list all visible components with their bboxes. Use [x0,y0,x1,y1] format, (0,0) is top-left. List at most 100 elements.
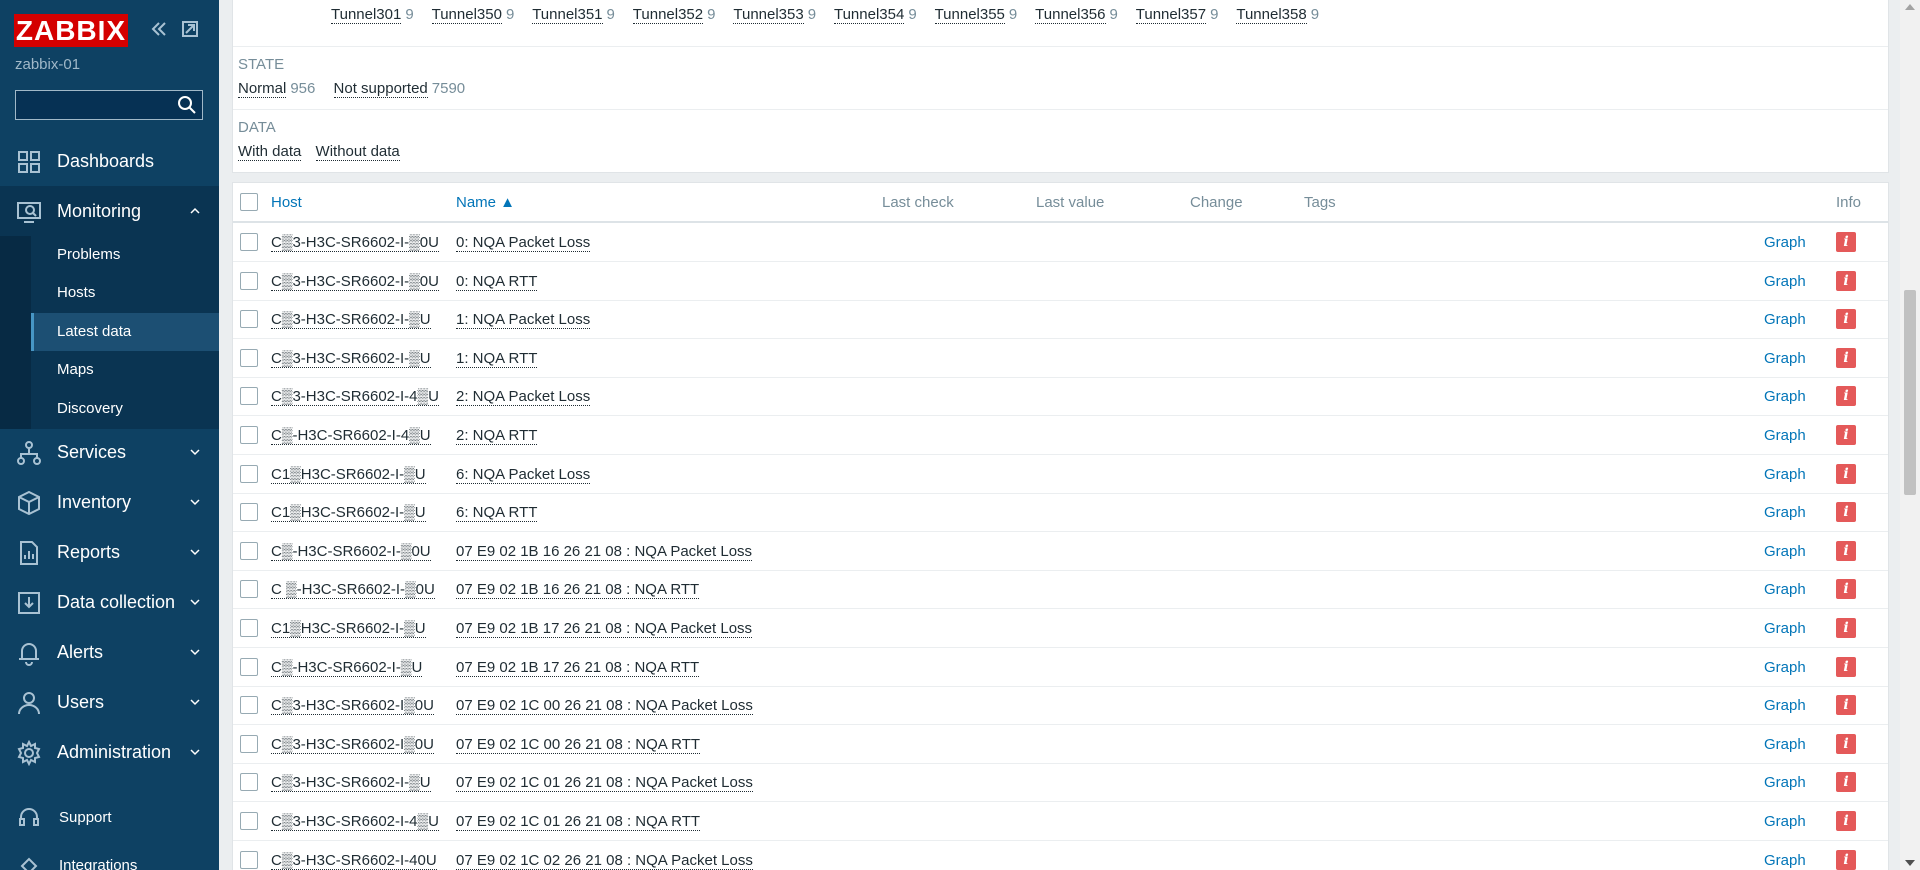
item-name-link[interactable]: 07 E9 02 1B 17 26 21 08 : NQA RTT [456,659,700,677]
row-checkbox[interactable] [240,657,258,676]
host-link[interactable]: C▒3-H3C-SR6602-I-▒0U [271,234,439,252]
item-name-link[interactable]: 07 E9 02 1C 01 26 21 08 : NQA RTT [456,813,701,831]
graph-link[interactable]: Graph [1764,581,1806,598]
row-checkbox[interactable] [240,850,258,869]
host-link[interactable]: C▒3-H3C-SR6602-I-▒U [271,311,431,330]
submenu-problems[interactable]: Problems [31,236,219,274]
info-icon[interactable]: i [1836,347,1856,368]
page-scrollbar[interactable] [1900,0,1920,870]
menu-administration[interactable]: Administration [0,727,219,777]
graph-link[interactable]: Graph [1764,697,1806,714]
select-all-checkbox[interactable] [240,193,258,211]
graph-link[interactable]: Graph [1764,774,1806,791]
menu-services[interactable]: Services [0,427,219,477]
host-link[interactable]: C▒3-H3C-SR6602-I-4▒U [271,813,439,831]
zabbix-logo[interactable]: ZABBIX [14,14,128,47]
item-name-link[interactable]: 1: NQA RTT [456,350,538,368]
host-link[interactable]: C▒-H3C-SR6602-I-4▒U [271,427,431,445]
info-icon[interactable]: i [1836,811,1856,831]
tag-link[interactable]: Tunnel354 [833,6,905,24]
host-link[interactable]: C▒3-H3C-SR6602-I-▒U [271,350,431,368]
info-icon[interactable]: i [1836,618,1856,638]
host-link[interactable]: C ▒-H3C-SR6602-I-▒0U [271,581,435,600]
graph-link[interactable]: Graph [1764,504,1806,521]
host-link[interactable]: C▒3-H3C-SR6602-I-▒0U [271,273,439,291]
item-name-link[interactable]: 07 E9 02 1C 00 26 21 08 : NQA Packet Los… [456,697,753,716]
tag-link[interactable]: Tunnel301 [331,6,402,24]
item-name-link[interactable]: 07 E9 02 1B 17 26 21 08 : NQA Packet Los… [456,620,753,638]
sidebar-search[interactable] [15,90,203,120]
item-name-link[interactable]: 07 E9 02 1C 01 26 21 08 : NQA Packet Los… [456,774,753,793]
tag-link[interactable]: Tunnel356 [1035,6,1106,24]
host-link[interactable]: C▒3-H3C-SR6602-I-40U [271,852,437,870]
graph-link[interactable]: Graph [1764,736,1806,753]
graph-link[interactable]: Graph [1764,427,1806,444]
info-icon[interactable]: i [1836,386,1856,407]
scrollbar-thumb[interactable] [1904,290,1916,495]
row-checkbox[interactable] [240,541,258,560]
row-checkbox[interactable] [240,464,258,483]
host-link[interactable]: C▒-H3C-SR6602-I-▒U [271,659,423,677]
info-icon[interactable]: i [1836,270,1856,291]
item-name-link[interactable]: 1: NQA Packet Loss [456,311,591,330]
row-checkbox[interactable] [240,310,258,329]
info-icon[interactable]: i [1836,772,1856,793]
info-icon[interactable]: i [1836,309,1856,330]
row-checkbox[interactable] [240,426,258,444]
tag-link[interactable]: Tunnel358 [1236,6,1307,24]
info-icon[interactable]: i [1836,733,1856,754]
graph-link[interactable]: Graph [1764,852,1806,869]
row-checkbox[interactable] [240,503,258,522]
menu-reports[interactable]: Reports [0,527,219,577]
info-icon[interactable]: i [1836,463,1856,484]
info-icon[interactable]: i [1836,425,1856,445]
menu-monitoring[interactable]: Monitoring [0,186,219,236]
column-name[interactable]: Name ▲ [456,194,515,211]
graph-link[interactable]: Graph [1764,466,1806,483]
tag-link[interactable]: Tunnel352 [632,6,704,24]
row-checkbox[interactable] [240,734,258,753]
row-checkbox[interactable] [240,696,258,715]
item-name-link[interactable]: 6: NQA Packet Loss [456,466,591,484]
row-checkbox[interactable] [240,619,258,637]
scroll-up-icon[interactable] [1905,4,1915,10]
graph-link[interactable]: Graph [1764,388,1806,405]
row-checkbox[interactable] [240,812,258,830]
item-name-link[interactable]: 2: NQA Packet Loss [456,388,591,407]
graph-link[interactable]: Graph [1764,813,1806,830]
graph-link[interactable]: Graph [1764,620,1806,637]
graph-link[interactable]: Graph [1764,659,1806,676]
tag-link[interactable]: Tunnel351 [532,6,603,24]
tag-link[interactable]: Tunnel355 [934,6,1005,24]
menu-support[interactable]: Support [0,798,219,838]
submenu-latest-data[interactable]: Latest data [31,313,219,351]
graph-link[interactable]: Graph [1764,234,1806,251]
graph-link[interactable]: Graph [1764,543,1806,560]
item-name-link[interactable]: 6: NQA RTT [456,504,538,523]
host-link[interactable]: C1▒H3C-SR6602-I-▒U [271,466,426,484]
collapse-sidebar-icon[interactable] [147,18,171,42]
graph-link[interactable]: Graph [1764,311,1806,328]
host-link[interactable]: C1▒H3C-SR6602-I-▒U [271,504,426,523]
item-name-link[interactable]: 07 E9 02 1B 16 26 21 08 : NQA RTT [456,581,700,600]
info-icon[interactable]: i [1836,502,1856,523]
submenu-discovery[interactable]: Discovery [31,390,219,428]
row-checkbox[interactable] [240,348,258,367]
menu-inventory[interactable]: Inventory [0,477,219,527]
item-name-link[interactable]: 07 E9 02 1B 16 26 21 08 : NQA Packet Los… [456,543,753,561]
host-link[interactable]: C▒-H3C-SR6602-I-▒0U [271,543,431,561]
menu-users[interactable]: Users [0,677,219,727]
host-link[interactable]: C▒3-H3C-SR6602-I-4▒U [271,388,439,407]
menu-integrations[interactable]: Integrations [0,846,219,870]
state-normal-link[interactable]: Normal [238,80,287,98]
tag-link[interactable]: Tunnel350 [431,6,502,24]
menu-dashboards[interactable]: Dashboards [0,136,219,186]
item-name-link[interactable]: 07 E9 02 1C 02 26 21 08 : NQA Packet Los… [456,852,753,870]
info-icon[interactable]: i [1836,579,1856,600]
column-host[interactable]: Host [271,194,302,211]
host-link[interactable]: C▒3-H3C-SR6602-I▒0U [271,736,434,754]
item-name-link[interactable]: 0: NQA RTT [456,273,538,291]
search-input[interactable] [16,91,178,119]
host-link[interactable]: C▒3-H3C-SR6602-I-▒U [271,774,431,793]
search-icon[interactable] [176,94,198,116]
